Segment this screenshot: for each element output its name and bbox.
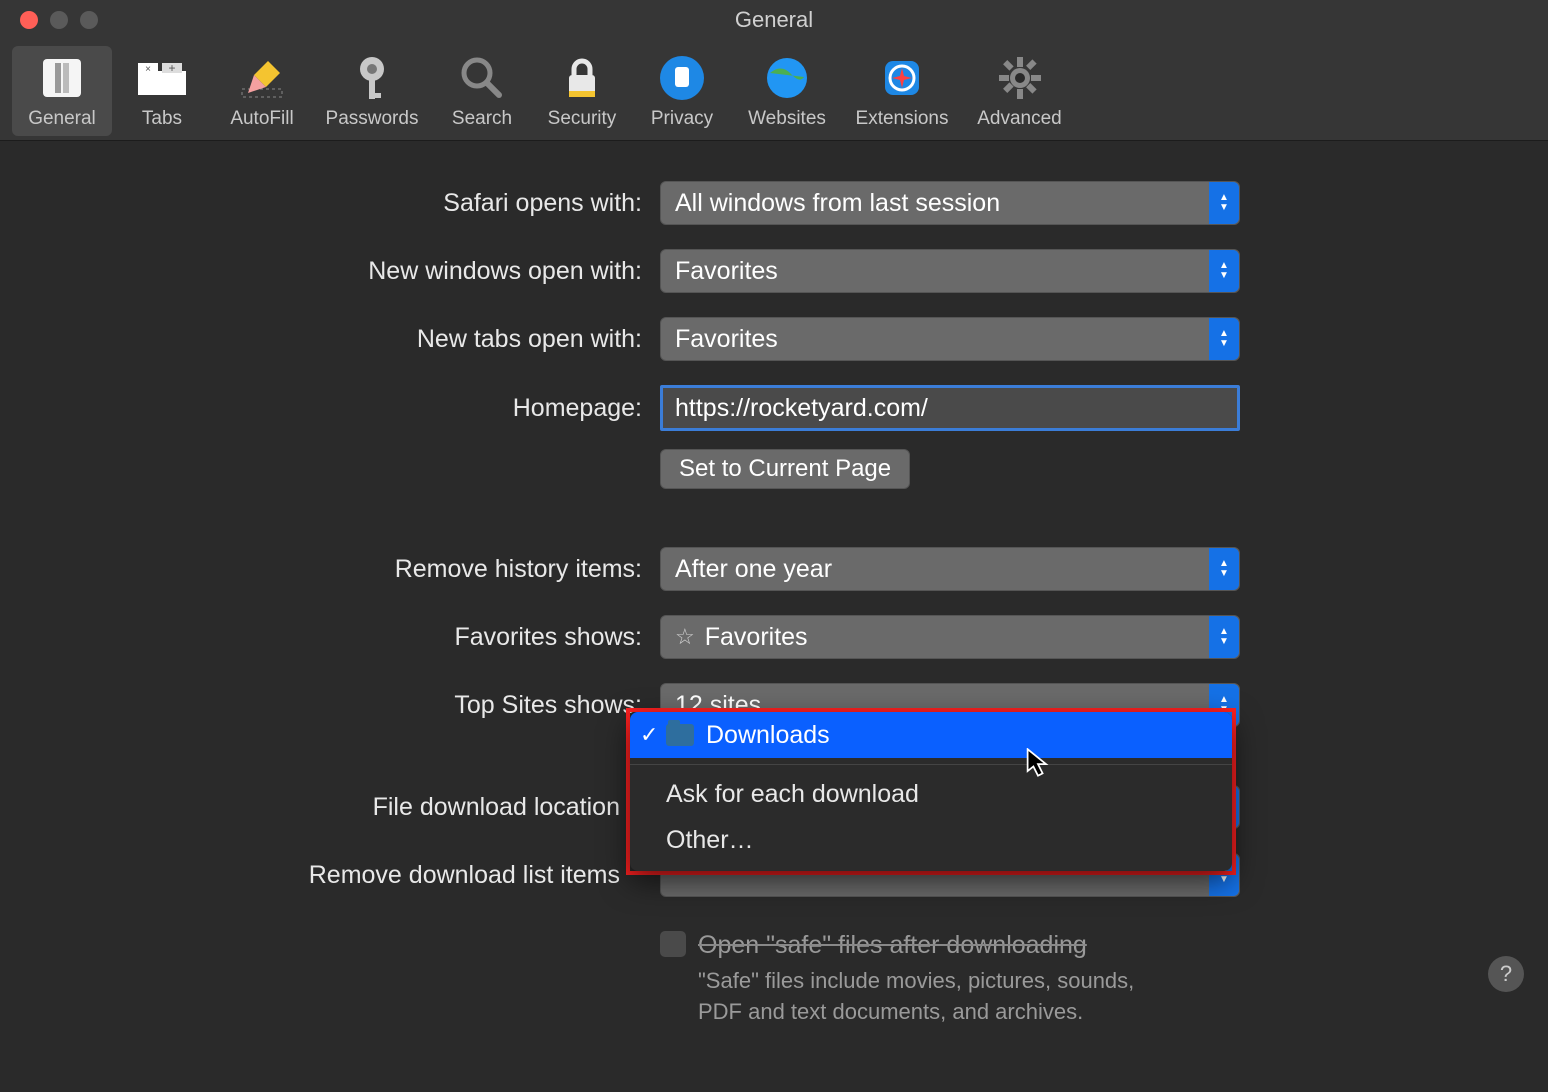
general-icon: [34, 50, 90, 106]
menu-item-ask-each-download[interactable]: Ask for each download: [630, 771, 1232, 817]
help-label: ?: [1500, 961, 1512, 987]
favorites-shows-popup[interactable]: ☆ Favorites: [660, 615, 1240, 659]
toolbar-label: Extensions: [856, 108, 949, 130]
open-safe-files-description: "Safe" files include movies, pictures, s…: [698, 966, 1178, 1028]
new-windows-open-with-popup[interactable]: Favorites: [660, 249, 1240, 293]
toolbar-label: Advanced: [977, 108, 1062, 130]
toolbar-tab-extensions[interactable]: Extensions: [842, 46, 962, 136]
menu-item-downloads[interactable]: ✓ Downloads: [630, 712, 1232, 758]
popup-value: Favorites: [675, 325, 778, 354]
preferences-content: Safari opens with: All windows from last…: [0, 141, 1548, 1092]
toolbar-tab-autofill[interactable]: AutoFill: [212, 46, 312, 136]
remove-history-items-label: Remove history items:: [60, 555, 660, 584]
menu-item-other[interactable]: Other…: [630, 817, 1232, 863]
toolbar-tab-tabs[interactable]: ×+ Tabs: [112, 46, 212, 136]
toolbar-tab-general[interactable]: General: [12, 46, 112, 136]
toolbar-tab-privacy[interactable]: Privacy: [632, 46, 732, 136]
remove-history-items-popup[interactable]: After one year: [660, 547, 1240, 591]
titlebar: General: [0, 0, 1548, 40]
folder-icon: [666, 724, 694, 746]
chevron-updown-icon: [1209, 250, 1239, 292]
gear-icon: [992, 50, 1048, 106]
toolbar-tab-search[interactable]: Search: [432, 46, 532, 136]
toolbar-label: Security: [548, 108, 617, 130]
safari-opens-with-label: Safari opens with:: [60, 189, 660, 218]
chevron-updown-icon: [1209, 182, 1239, 224]
toolbar-tab-websites[interactable]: Websites: [732, 46, 842, 136]
svg-text:+: +: [168, 61, 175, 75]
top-sites-shows-label: Top Sites shows:: [60, 691, 660, 720]
svg-text:×: ×: [145, 64, 151, 75]
toolbar-tab-security[interactable]: Security: [532, 46, 632, 136]
preferences-toolbar: General ×+ Tabs AutoFill Passwords Searc…: [0, 40, 1548, 141]
annotation-highlight: ✓ Downloads Ask for each download Other…: [626, 708, 1236, 875]
new-windows-open-with-label: New windows open with:: [60, 257, 660, 286]
lock-icon: [554, 50, 610, 106]
toolbar-label: Passwords: [326, 108, 419, 130]
toolbar-label: General: [28, 108, 96, 130]
globe-icon: [759, 50, 815, 106]
button-label: Set to Current Page: [679, 455, 891, 483]
new-tabs-open-with-popup[interactable]: Favorites: [660, 317, 1240, 361]
extensions-icon: [874, 50, 930, 106]
traffic-lights: [0, 11, 98, 29]
tabs-icon: ×+: [134, 50, 190, 106]
toolbar-label: Websites: [748, 108, 826, 130]
privacy-icon: [654, 50, 710, 106]
minimize-window-button[interactable]: [50, 11, 68, 29]
new-tabs-open-with-label: New tabs open with:: [60, 325, 660, 354]
homepage-field[interactable]: [660, 385, 1240, 431]
zoom-window-button[interactable]: [80, 11, 98, 29]
toolbar-tab-advanced[interactable]: Advanced: [962, 46, 1077, 136]
menu-item-label: Other…: [666, 826, 754, 855]
favorites-shows-label: Favorites shows:: [60, 623, 660, 652]
popup-value: After one year: [675, 555, 832, 584]
window-title: General: [0, 7, 1548, 33]
menu-separator: [630, 764, 1232, 765]
popup-value: Favorites: [705, 623, 808, 652]
toolbar-tab-passwords[interactable]: Passwords: [312, 46, 432, 136]
toolbar-label: Tabs: [142, 108, 182, 130]
search-icon: [454, 50, 510, 106]
open-safe-files-checkbox[interactable]: [660, 931, 686, 957]
key-icon: [344, 50, 400, 106]
file-download-location-menu: ✓ Downloads Ask for each download Other…: [630, 712, 1232, 871]
file-download-location-label: File download location: [60, 793, 660, 822]
chevron-updown-icon: [1209, 616, 1239, 658]
chevron-updown-icon: [1209, 548, 1239, 590]
remove-download-list-items-label: Remove download list items: [60, 861, 660, 890]
check-icon: ✓: [640, 722, 666, 748]
close-window-button[interactable]: [20, 11, 38, 29]
homepage-label: Homepage:: [60, 394, 660, 423]
open-safe-files-label: Open "safe" files after downloading: [698, 931, 1178, 960]
toolbar-label: Privacy: [651, 108, 713, 130]
menu-item-label: Downloads: [706, 721, 830, 750]
menu-item-label: Ask for each download: [666, 780, 919, 809]
popup-value: All windows from last session: [675, 189, 1000, 218]
popup-value: Favorites: [675, 257, 778, 286]
autofill-icon: [234, 50, 290, 106]
star-icon: ☆: [675, 624, 695, 650]
chevron-updown-icon: [1209, 318, 1239, 360]
toolbar-label: AutoFill: [230, 108, 293, 130]
safari-opens-with-popup[interactable]: All windows from last session: [660, 181, 1240, 225]
help-button[interactable]: ?: [1488, 956, 1524, 992]
set-to-current-page-button[interactable]: Set to Current Page: [660, 449, 910, 489]
toolbar-label: Search: [452, 108, 512, 130]
